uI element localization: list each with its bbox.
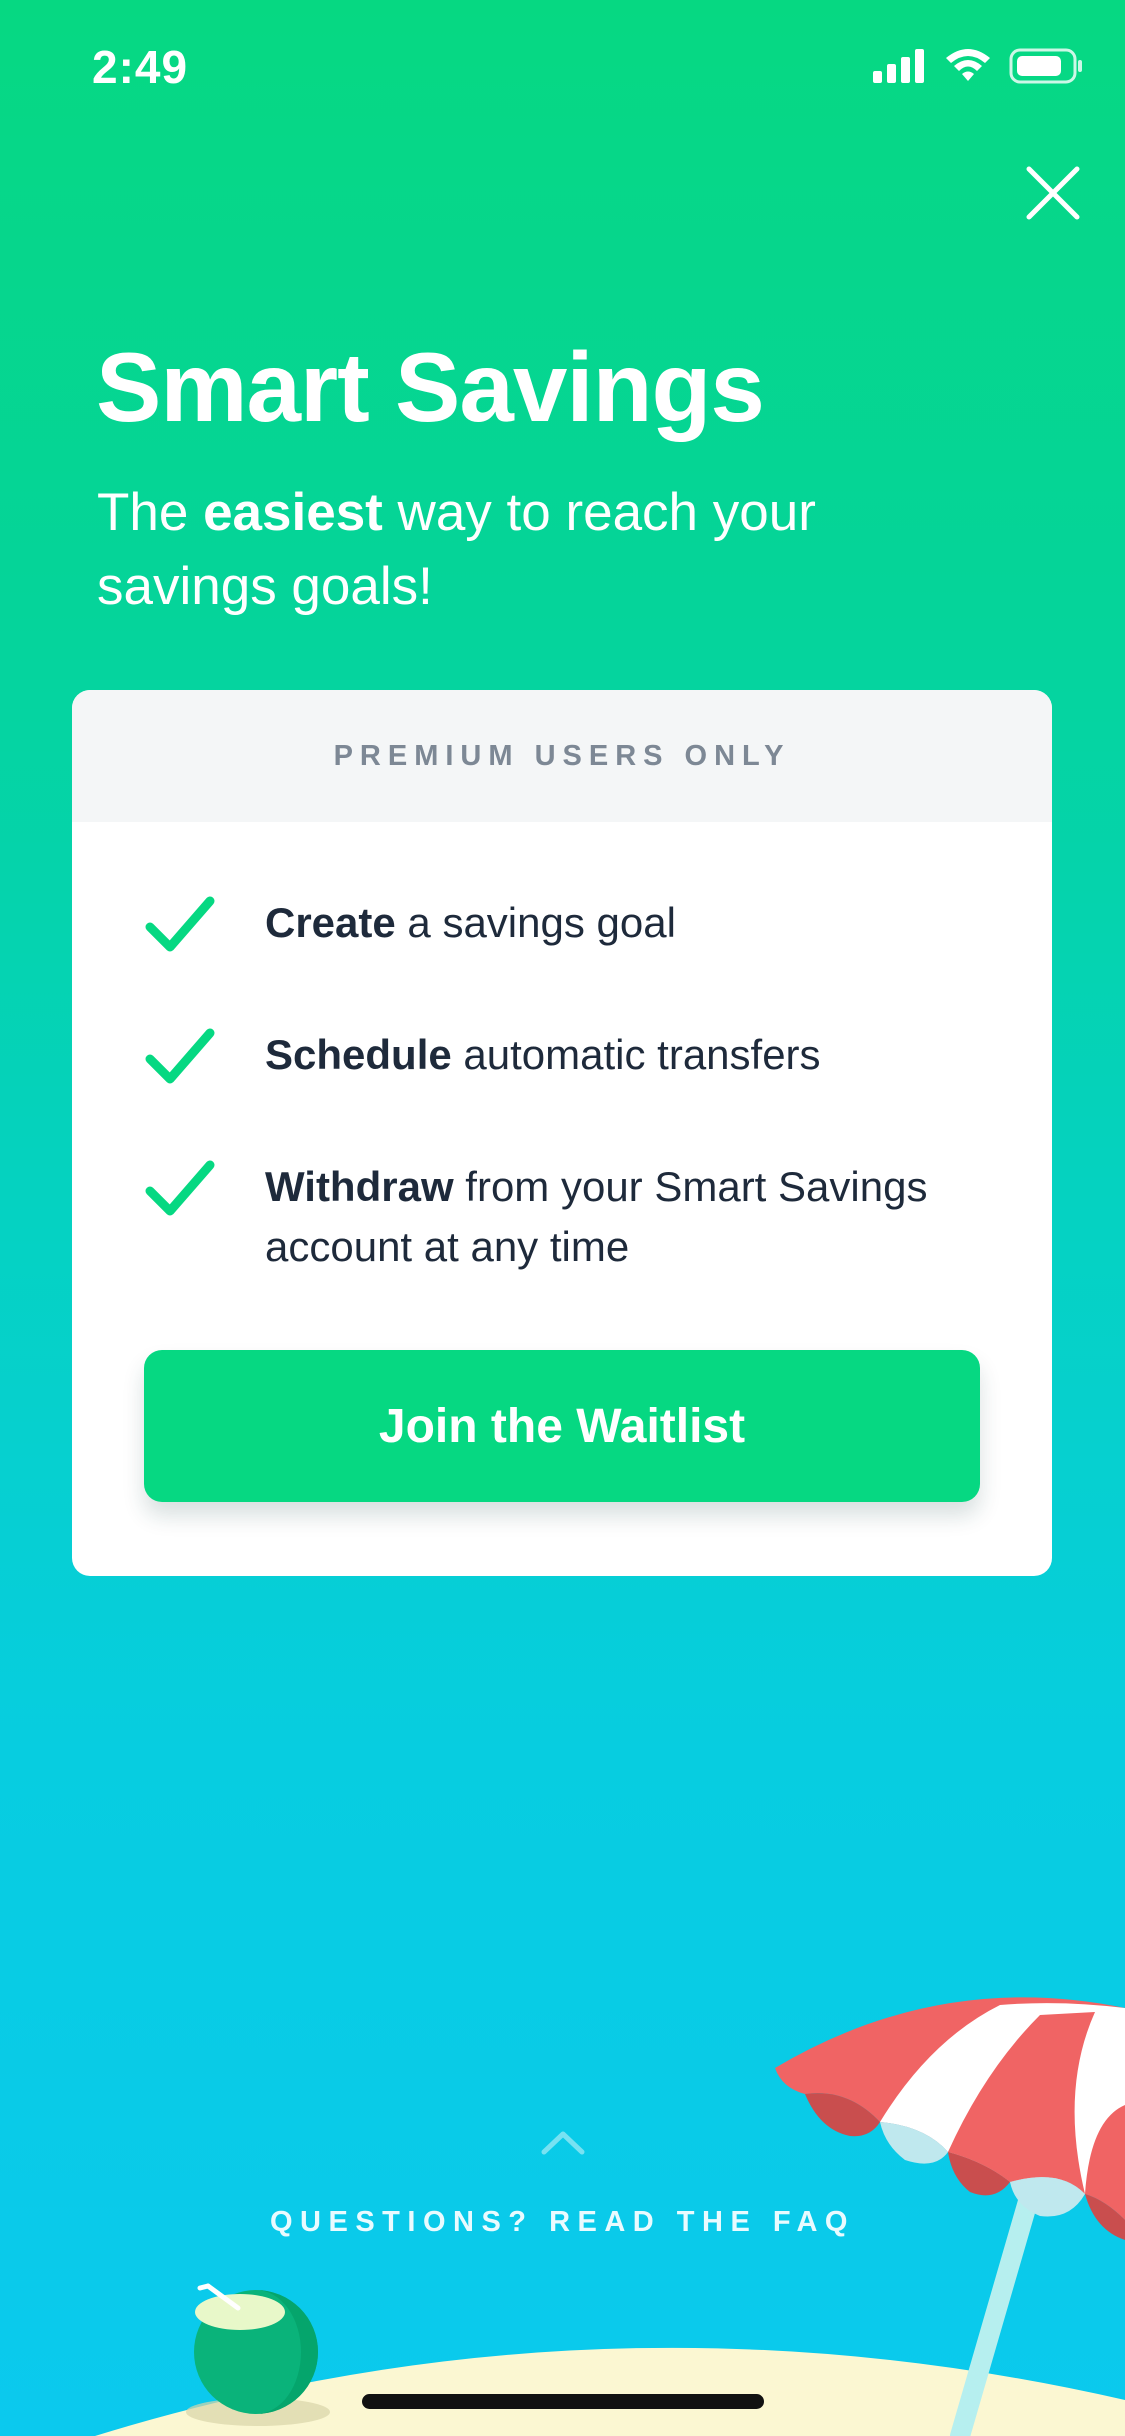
feature-bold: Withdraw [265,1163,454,1210]
close-button[interactable] [1020,160,1086,226]
beach-illustration [95,1997,1125,2436]
home-indicator [362,2394,764,2409]
page-title: Smart Savings [96,332,765,442]
card-header: PREMIUM USERS ONLY [72,690,1052,822]
premium-card: PREMIUM USERS ONLY Create a savings goal… [72,690,1052,1576]
feature-rest: automatic transfers [451,1031,821,1078]
signal-icon [873,49,924,83]
status-time: 2:49 [92,41,189,93]
feature-bold: Schedule [265,1031,452,1078]
coconut [186,2283,330,2426]
check-icon [145,896,215,952]
feature-rest: a savings goal [395,899,676,946]
join-waitlist-label: Join the Waitlist [378,1399,746,1453]
wifi-icon [946,49,990,81]
subtitle-emphasis: easiest [203,483,383,542]
umbrella-canopy [775,1997,1125,2240]
status-icons [873,48,1083,84]
card-header-label: PREMIUM USERS ONLY [333,739,791,772]
feature-bold: Create [265,899,396,946]
close-icon [1026,166,1080,220]
page-subtitle: The easiest way to reach your savings go… [97,476,997,624]
check-icon [145,1028,215,1084]
join-waitlist-button[interactable]: Join the Waitlist [144,1350,980,1502]
feature-text: Withdraw from your Smart Savings account… [265,1157,1005,1277]
status-bar: 2:49 [0,0,1125,140]
battery-icon [1009,48,1082,84]
subtitle-prefix: The [97,483,204,542]
feature-text: Schedule automatic transfers [265,1025,1005,1085]
feature-text: Create a savings goal [265,893,1005,953]
check-icon [145,1160,215,1216]
